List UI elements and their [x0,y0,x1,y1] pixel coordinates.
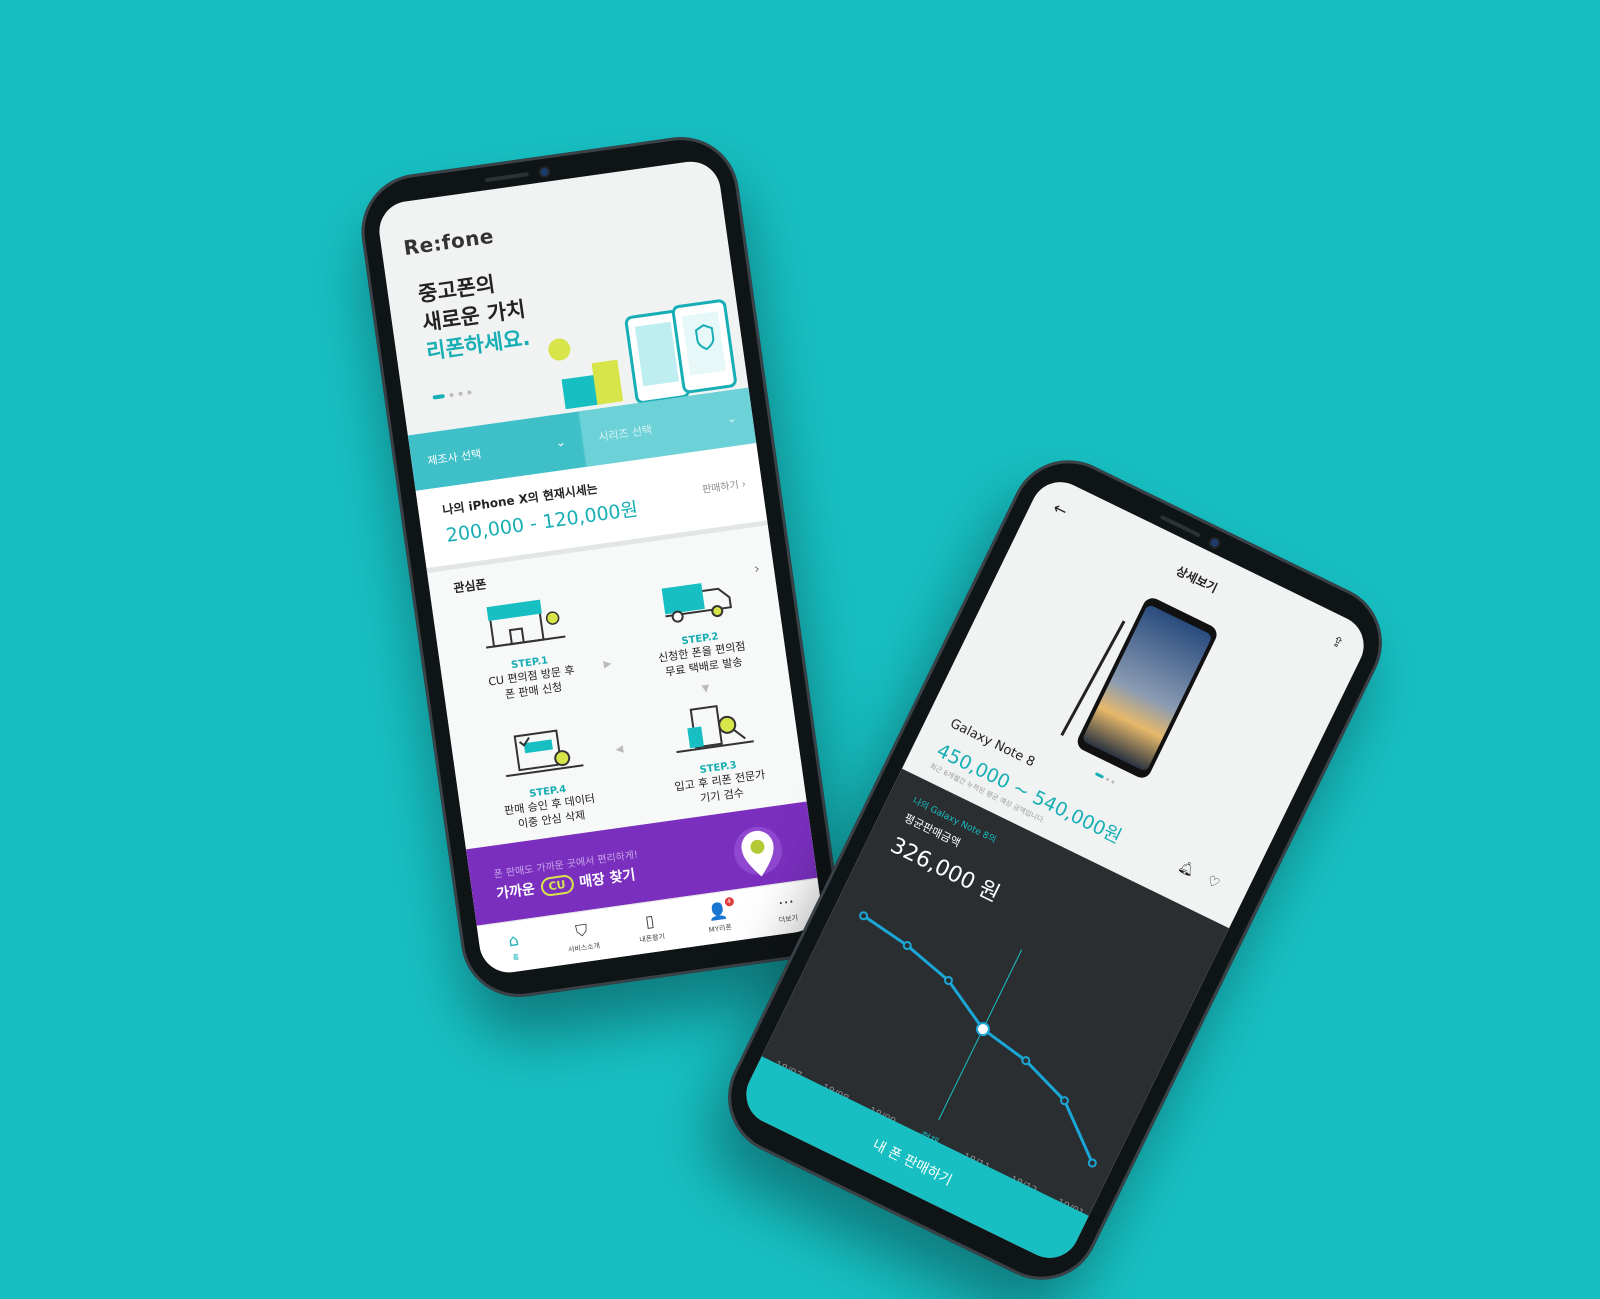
page-dot[interactable] [1094,772,1105,779]
banner-prefix: 가까운 [495,881,536,903]
nav-sell-phone[interactable]: ▯ 내폰팔기 [613,898,688,957]
hero-pagination[interactable] [432,390,472,400]
page-dot[interactable] [432,393,445,400]
user-icon: 👤 4 [707,896,735,922]
page-dot[interactable] [1110,779,1115,784]
bell-icon[interactable]: 🔔︎ [1176,859,1197,880]
nav-label: 더보기 [778,913,799,925]
step-3: STEP.3 입고 후 리폰 전문가 기기 검수 [634,691,797,814]
hero-text: 중고폰의 새로운 가치 리폰하세요. [416,266,532,367]
bookmark-icon: ⛉ [574,920,589,941]
data-delete-icon [506,729,584,778]
series-select-label: 시리즈 선택 [597,423,653,444]
notification-badge: 4 [724,896,735,907]
home-icon: ⌂ [507,930,520,951]
step-1: STEP.1 CU 편의점 방문 후 폰 판매 신청 [446,586,609,709]
nav-label: 내폰팔기 [638,932,666,945]
sell-link-label: 판매하기 [701,479,740,496]
detail-screen: ← 상세보기 ⇪ Galaxy Note 8 450,000 ~ 540,000… [736,472,1374,1268]
nav-home[interactable]: ⌂ 홈 [477,917,552,976]
nav-label: 서비스소개 [567,941,601,955]
interest-title: 관심폰 [452,577,488,596]
nav-my[interactable]: 👤 4 MY리폰 [681,888,756,947]
page-dot[interactable] [449,392,454,398]
speaker [484,172,529,183]
truck-icon [661,583,732,623]
more-icon: ⋯ [776,891,796,913]
location-pin-icon [734,826,783,877]
image-pagination[interactable] [1094,772,1115,784]
sell-link[interactable]: 판매하기 › [701,475,747,496]
home-screen: Re:fone 중고폰의 새로운 가치 리폰하세요. 제조사 선택 ⌄ 시리즈 … [375,157,825,977]
chevron-down-icon: ⌄ [725,410,738,426]
interest-section: 관심폰 › STEP.1 CU 편의점 방문 후 폰 판매 신청 ▶ STEP.… [427,525,807,851]
page-dot[interactable] [1105,777,1110,782]
page-dot[interactable] [467,390,472,395]
arrow-down-icon: ▼ [701,682,711,695]
chevron-right-icon: › [741,478,747,491]
step-2: STEP.2 신청한 폰을 편의점 무료 택배로 발송 [616,562,779,685]
chevron-down-icon: ⌄ [554,434,567,450]
step-4: STEP.4 판매 승인 후 데이터 이중 안심 삭제 [464,715,627,838]
nav-label: 홈 [512,953,520,962]
inspect-icon [676,705,754,754]
page-dot[interactable] [458,391,463,396]
heart-icon[interactable]: ♡ [1204,873,1222,893]
cu-logo: CU [539,873,575,897]
data-point[interactable] [1087,1158,1097,1168]
nav-service[interactable]: ⛉ 서비스소개 [545,907,620,966]
phone-icon: ▯ [644,911,656,932]
front-camera [1209,537,1220,549]
nav-label: MY리폰 [708,923,733,935]
product-image [1060,598,1217,778]
banner-suffix: 매장 찾기 [578,867,637,891]
store-icon [485,599,566,649]
app-logo[interactable]: Re:fone [402,224,495,260]
arrow-right-icon: ▶ [602,658,613,671]
maker-select-label: 제조사 선택 [426,447,483,468]
front-camera [539,167,549,177]
home-phone: Re:fone 중고폰의 새로운 가치 리폰하세요. 제조사 선택 ⌄ 시리즈 … [354,129,846,1005]
